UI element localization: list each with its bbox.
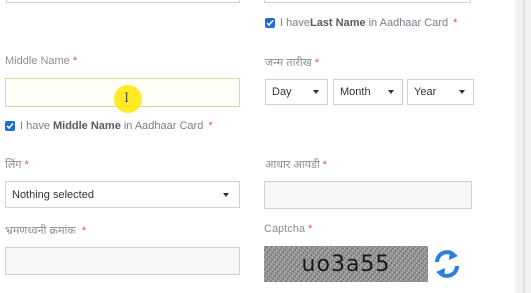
last-name-checkbox-row[interactable]: I have Last Name in Aadhaar Card * [265,17,457,29]
check-icon[interactable] [265,18,275,28]
checkbox-suffix: in Aadhaar Card [123,120,204,132]
first-name-input[interactable] [6,0,240,3]
last-name-input[interactable] [264,0,471,3]
dob-month-value: Month [340,86,371,98]
aadhaar-label: आधार आयडी * [265,159,328,171]
checkbox-bold-text: Last Name [309,17,366,29]
mobile-label: भ्रमणध्वनी क्रमांक * [5,225,87,237]
checkbox-prefix: I have [280,17,310,29]
required-marker: * [453,17,458,29]
aadhaar-input[interactable] [264,181,472,209]
caret-down-icon [313,90,319,94]
scrollbar-thumb[interactable] [523,0,525,293]
mobile-input[interactable] [5,247,240,275]
dob-year-value: Year [414,86,437,98]
captcha-image: uo3a55 [264,246,428,282]
check-icon[interactable] [5,121,15,131]
refresh-icon[interactable] [432,248,462,280]
dob-day-value: Day [272,86,292,98]
captcha-label: Captcha * [264,223,313,235]
middle-name-checkbox-row[interactable]: I have Middle Name in Aadhaar Card * [5,120,213,132]
dob-month-select[interactable]: Month [333,79,403,105]
gender-selected-value: Nothing selected [12,188,94,201]
middle-name-label: Middle Name * [5,55,78,67]
checkbox-prefix: I have [20,120,50,132]
dob-label: जन्म तारीख * [265,57,320,69]
caret-down-icon [459,90,465,94]
required-marker: * [208,120,213,132]
caret-down-icon [223,192,229,197]
dob-day-select[interactable]: Day [265,79,328,105]
gender-label: लिंग * [5,159,29,171]
captcha-text: uo3a55 [301,251,391,277]
checkbox-bold-text: Middle Name [52,120,121,132]
gender-select[interactable]: Nothing selected [5,181,240,208]
checkbox-suffix: in Aadhaar Card [368,17,449,29]
dob-year-select[interactable]: Year [407,79,474,105]
caret-down-icon [388,90,394,94]
text-cursor-icon: I [124,91,130,106]
